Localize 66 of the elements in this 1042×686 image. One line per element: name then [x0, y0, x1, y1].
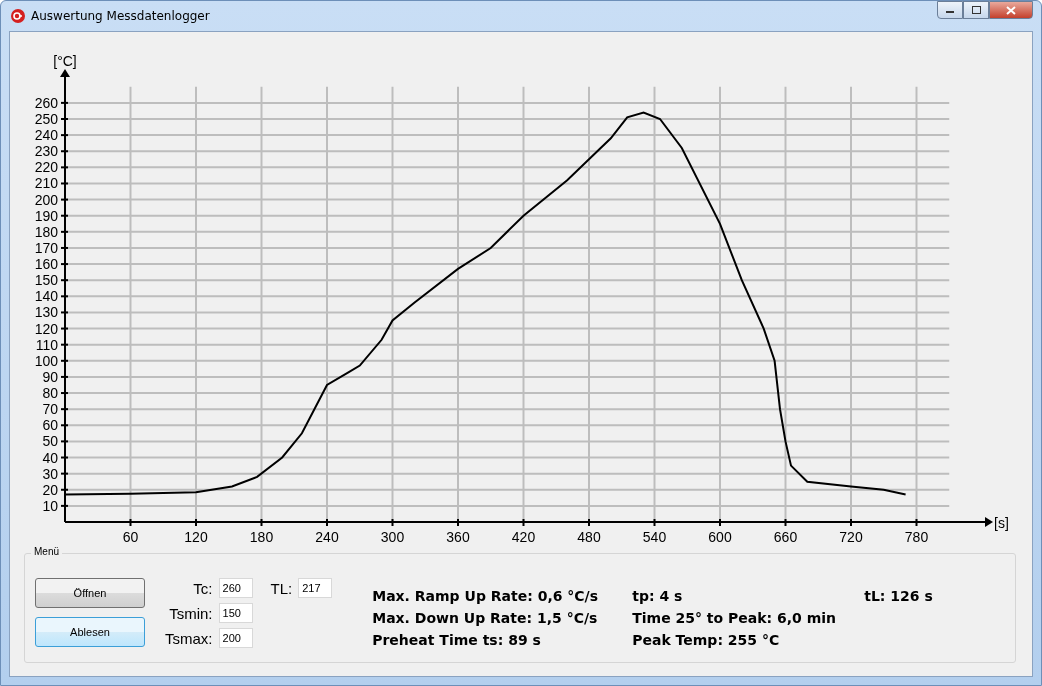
x-axis-label: [s]	[994, 515, 1009, 531]
result-text: Peak Temp: 255 °C	[632, 632, 781, 648]
app-icon	[11, 9, 25, 23]
y-tick-label: 170	[34, 239, 58, 256]
y-tick-label: 30	[42, 465, 58, 482]
result-text: Max. Ramp Up Rate: 0,6 °C/s	[372, 588, 600, 604]
y-tick-label: 10	[42, 497, 58, 514]
y-tick-label: 200	[34, 191, 58, 208]
y-tick-label: 150	[34, 272, 58, 289]
field-label: Tsmin:	[168, 604, 213, 622]
close-icon	[1006, 5, 1016, 15]
result-text: tp: 4 s	[632, 588, 684, 604]
result-text: tL: 126 s	[864, 588, 933, 604]
x-tick-label: 480	[577, 529, 601, 545]
y-axis-label: [°C]	[53, 53, 77, 69]
action-button[interactable]: Ablesen	[35, 617, 145, 647]
x-tick-label: 300	[380, 529, 405, 545]
y-tick-label: 140	[34, 288, 58, 305]
y-tick-label: 120	[34, 320, 58, 337]
x-tick-label: 360	[446, 529, 470, 545]
y-tick-label: 40	[42, 449, 58, 466]
result-text: Preheat Time ts: 89 s	[372, 632, 542, 648]
y-tick-label: 60	[42, 417, 58, 434]
x-tick-label: 180	[249, 529, 274, 545]
x-tick-label: 600	[708, 529, 732, 545]
y-tick-label: 260	[34, 94, 58, 111]
y-tick-label: 70	[42, 401, 58, 418]
y-tick-label: 90	[42, 368, 58, 385]
maximize-icon	[971, 6, 981, 14]
x-tick-label: 660	[773, 529, 798, 545]
y-tick-label: 190	[34, 207, 58, 224]
input-field[interactable]: 150	[218, 603, 253, 623]
close-button[interactable]	[989, 1, 1033, 19]
y-tick-label: 130	[34, 304, 58, 321]
y-tick-label: 240	[34, 127, 58, 144]
y-tick-label: 80	[42, 385, 58, 402]
y-tick-label: 50	[42, 433, 58, 450]
action-button[interactable]: Öffnen	[35, 578, 145, 608]
y-tick-label: 110	[35, 336, 58, 353]
group-title: Menü	[31, 546, 62, 557]
input-field[interactable]: 217	[298, 578, 333, 598]
x-tick-label: 420	[511, 529, 536, 545]
x-tick-label: 60	[122, 529, 139, 545]
input-field[interactable]: 260	[218, 578, 253, 598]
y-tick-label: 100	[34, 352, 58, 369]
y-tick-label: 220	[34, 159, 58, 176]
y-tick-label: 250	[34, 111, 58, 127]
minimize-button[interactable]	[937, 1, 963, 19]
x-tick-label: 120	[184, 529, 208, 545]
x-tick-label: 780	[904, 529, 929, 545]
window-title: Auswertung Messdatenlogger	[31, 9, 210, 23]
y-tick-label: 20	[42, 481, 58, 498]
maximize-button[interactable]	[963, 1, 989, 19]
field-label: Tc:	[192, 579, 213, 597]
result-text: Max. Down Up Rate: 1,5 °C/s	[372, 610, 599, 626]
y-tick-label: 180	[34, 223, 58, 240]
x-tick-label: 240	[315, 529, 339, 545]
field-label: Tsmax:	[165, 629, 213, 647]
y-tick-label: 230	[34, 143, 58, 160]
y-tick-label: 160	[34, 256, 58, 273]
result-text: Time 25° to Peak: 6,0 min	[632, 610, 838, 626]
x-tick-label: 540	[642, 529, 667, 545]
x-tick-label: 720	[839, 529, 863, 545]
y-tick-label: 210	[34, 175, 58, 192]
field-label: TL:	[270, 579, 293, 597]
input-field[interactable]: 200	[218, 628, 253, 648]
